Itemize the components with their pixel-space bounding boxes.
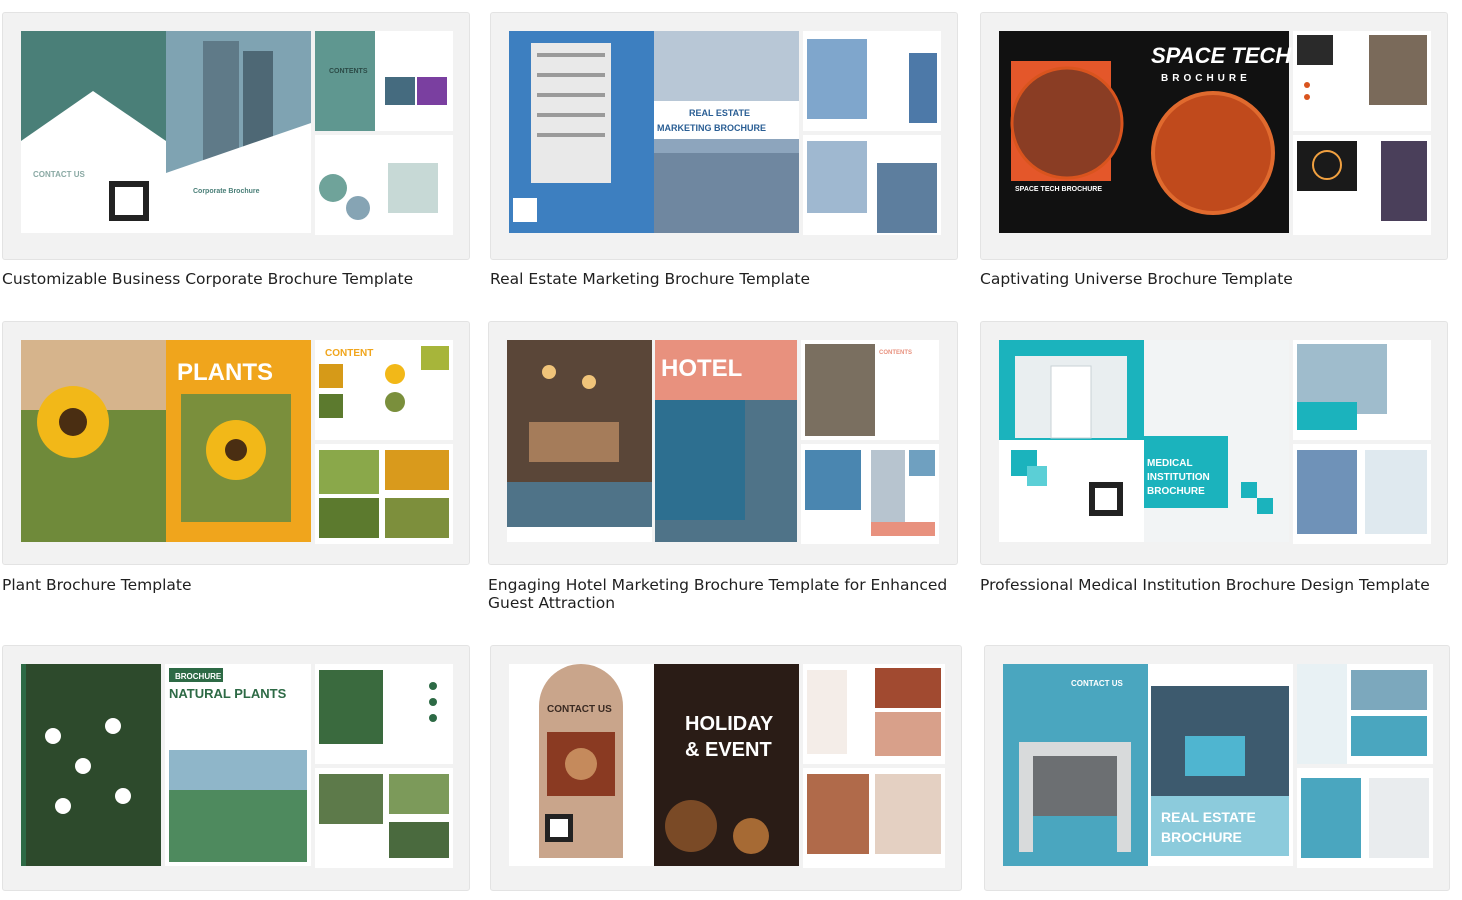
template-thumbnail[interactable]: MEDICAL INSTITUTION BROCHURE <box>980 321 1448 565</box>
brochure-preview-natural-plants: BROCHURE NATURAL PLANTS <box>21 664 453 868</box>
template-card[interactable]: HOTEL CONTENTS Engaging Hotel Marketing … <box>488 321 958 612</box>
template-title[interactable]: Captivating Universe Brochure Template <box>980 270 1448 288</box>
template-thumbnail[interactable]: SPACE TECH BROCHURE SPACE TECH BROCHURE <box>980 12 1448 260</box>
brochure-preview-plants: PLANTS CONTENT <box>21 340 453 544</box>
cover-text: MARKETING BROCHURE <box>657 123 766 133</box>
brochure-preview-space-tech: SPACE TECH BROCHURE SPACE TECH BROCHURE <box>999 31 1431 235</box>
cover-text: CONTENTS <box>329 68 368 75</box>
cover-text: CONTENTS <box>879 350 912 356</box>
brochure-preview-holiday-event: CONTACT US HOLIDAY & EVENT <box>509 664 945 868</box>
template-card[interactable]: MEDICAL INSTITUTION BROCHURE Professiona… <box>980 321 1448 611</box>
template-card[interactable]: CONTACT US REAL ESTATE BROCHURE <box>984 645 1450 891</box>
template-thumbnail[interactable]: PLANTS CONTENT <box>2 321 470 565</box>
template-card[interactable]: BROCHURE NATURAL PLANTS <box>2 645 470 891</box>
brochure-preview-real-estate-blue: CONTACT US REAL ESTATE BROCHURE <box>1003 664 1433 868</box>
brochure-preview-hotel: HOTEL CONTENTS <box>507 340 939 544</box>
template-thumbnail[interactable]: BROCHURE NATURAL PLANTS <box>2 645 470 891</box>
template-title[interactable]: Customizable Business Corporate Brochure… <box>2 270 470 288</box>
cover-text: PLANTS <box>177 359 273 386</box>
brochure-preview-corporate: CONTACT US Corporate Brochure CONTENTS <box>21 31 453 235</box>
cover-text: CONTENT <box>325 348 373 359</box>
template-thumbnail[interactable]: HOTEL CONTENTS <box>488 321 958 565</box>
template-card[interactable]: PLANTS CONTENT Plant Brochure Template <box>2 321 470 611</box>
template-title[interactable]: Engaging Hotel Marketing Brochure Templa… <box>488 576 958 612</box>
cover-text: BROCHURE <box>1161 829 1242 845</box>
brochure-preview-real-estate: REAL ESTATE MARKETING BROCHURE <box>509 31 941 235</box>
template-card[interactable]: CONTACT US Corporate Brochure CONTENTS C… <box>2 12 470 302</box>
cover-text: MEDICAL <box>1147 458 1193 469</box>
template-card[interactable]: REAL ESTATE MARKETING BROCHURE Real Esta… <box>490 12 958 302</box>
cover-text: Corporate Brochure <box>193 188 260 195</box>
brochure-preview-medical: MEDICAL INSTITUTION BROCHURE <box>999 340 1431 544</box>
cover-text: SPACE TECH <box>1151 43 1292 68</box>
cover-text: BROCHURE <box>1147 486 1205 497</box>
cover-text: SPACE TECH BROCHURE <box>1015 186 1102 193</box>
cover-text: NATURAL PLANTS <box>169 686 287 701</box>
cover-text: CONTACT US <box>547 704 612 715</box>
cover-text: HOTEL <box>661 355 742 382</box>
template-card[interactable]: SPACE TECH BROCHURE SPACE TECH BROCHURE … <box>980 12 1448 302</box>
cover-text: & EVENT <box>685 739 772 761</box>
template-title[interactable]: Real Estate Marketing Brochure Template <box>490 270 958 288</box>
cover-text: REAL ESTATE <box>689 108 750 118</box>
cover-text: BROCHURE <box>1161 73 1251 84</box>
cover-text: BROCHURE <box>175 672 222 681</box>
template-thumbnail[interactable]: CONTACT US Corporate Brochure CONTENTS <box>2 12 470 260</box>
template-thumbnail[interactable]: CONTACT US HOLIDAY & EVENT <box>490 645 962 891</box>
template-card[interactable]: CONTACT US HOLIDAY & EVENT <box>490 645 962 891</box>
template-thumbnail[interactable]: CONTACT US REAL ESTATE BROCHURE <box>984 645 1450 891</box>
template-thumbnail[interactable]: REAL ESTATE MARKETING BROCHURE <box>490 12 958 260</box>
cover-text: CONTACT US <box>33 170 86 179</box>
template-title[interactable]: Plant Brochure Template <box>2 576 470 594</box>
cover-text: REAL ESTATE <box>1161 809 1256 825</box>
cover-text: CONTACT US <box>1071 679 1124 688</box>
template-title[interactable]: Professional Medical Institution Brochur… <box>980 576 1448 594</box>
cover-text: INSTITUTION <box>1147 472 1210 483</box>
cover-text: HOLIDAY <box>685 713 774 735</box>
